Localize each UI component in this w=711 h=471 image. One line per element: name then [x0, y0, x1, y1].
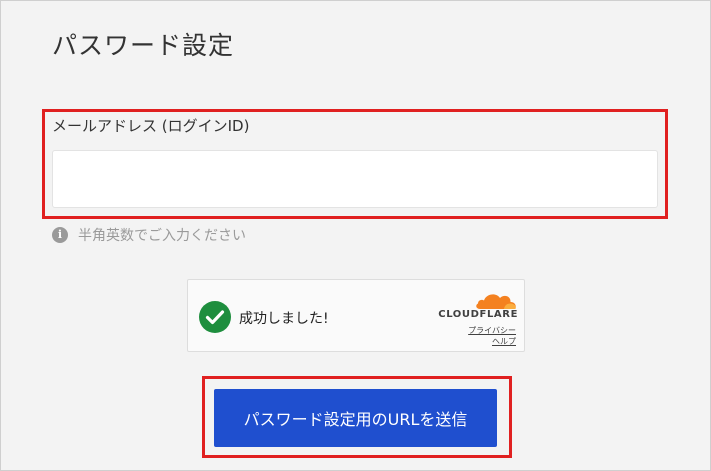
help-link[interactable]: ヘルプ	[492, 336, 516, 347]
info-icon: i	[52, 227, 68, 243]
hint-text: 半角英数でご入力ください	[78, 228, 246, 244]
captcha-status-text: 成功しました!	[239, 311, 329, 327]
email-hint: i 半角英数でご入力ください	[52, 226, 246, 244]
email-input[interactable]	[52, 150, 658, 208]
cloudflare-cloud-icon	[476, 294, 516, 309]
page-title: パスワード設定	[52, 31, 235, 60]
check-circle-icon	[199, 301, 231, 333]
captcha-widget[interactable]: 成功しました! CLOUDFLARE プライバシー ヘルプ	[187, 279, 525, 352]
email-label: メールアドレス (ログインID)	[52, 117, 250, 135]
submit-button[interactable]: パスワード設定用のURLを送信	[214, 389, 497, 447]
cloudflare-brand: CLOUDFLARE	[438, 309, 518, 320]
privacy-link[interactable]: プライバシー	[468, 325, 516, 336]
